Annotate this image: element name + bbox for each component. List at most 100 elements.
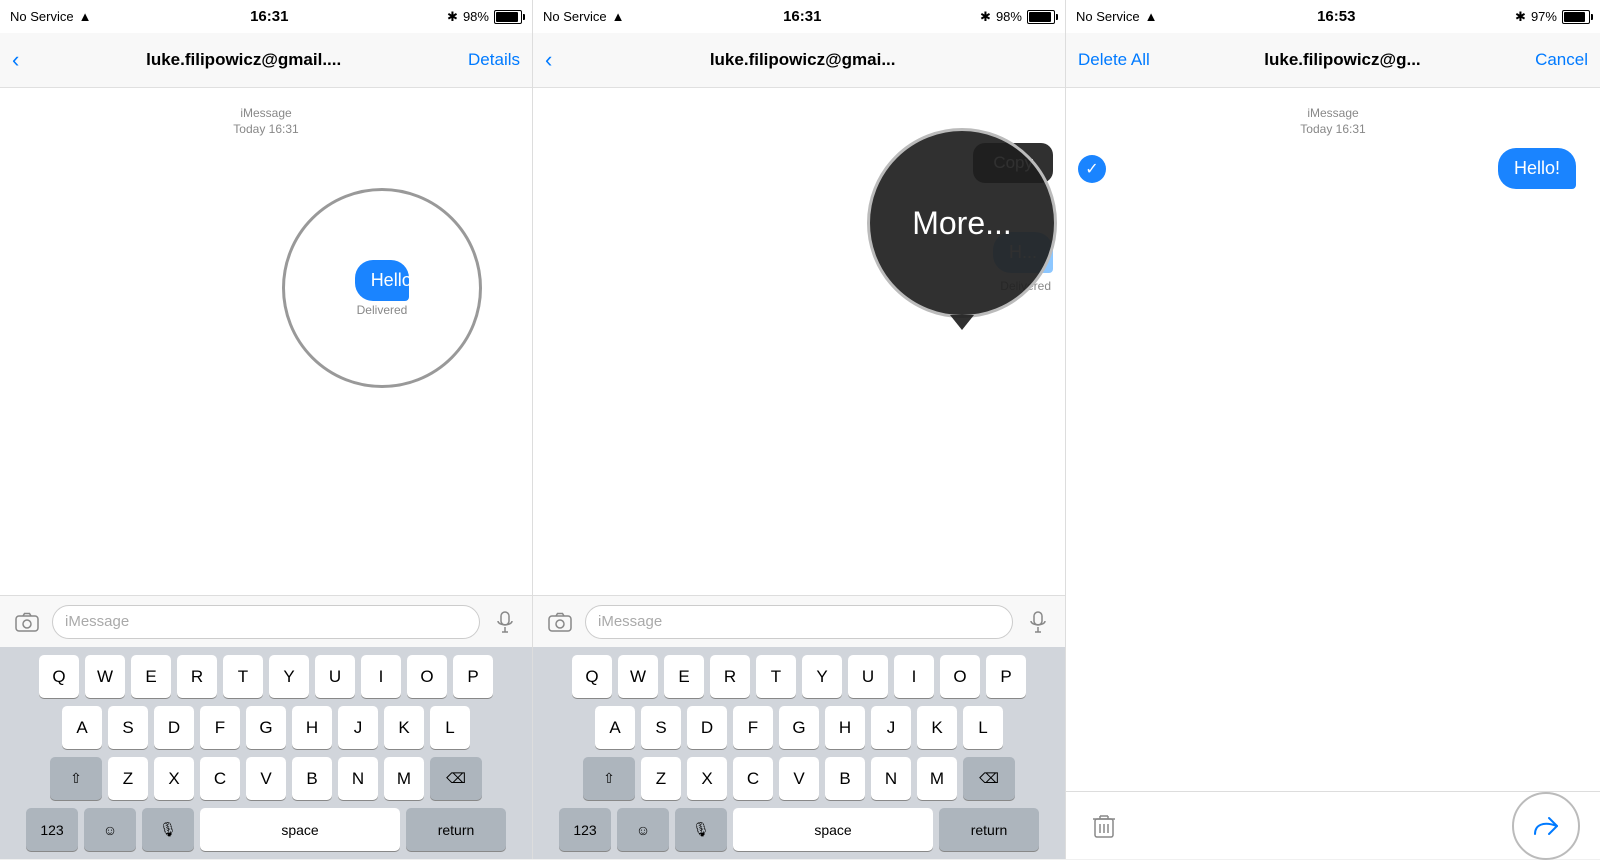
key-v-1[interactable]: V [246,757,286,800]
battery-bar-1 [494,10,522,24]
mic-button-2[interactable] [1021,605,1055,639]
key-f-1[interactable]: F [200,706,240,749]
no-service-label-2: No Service [543,9,607,24]
key-m-2[interactable]: M [917,757,957,800]
key-r-2[interactable]: R [710,655,750,698]
back-button-1[interactable]: ‹ [12,49,19,71]
key-y-1[interactable]: Y [269,655,309,698]
message-text-1: Hello! [371,270,417,290]
key-return-2[interactable]: return [939,808,1039,851]
more-circle[interactable]: More... [867,128,1057,318]
back-chevron-icon-2: ‹ [545,49,552,71]
message-text-3: Hello! [1514,158,1560,178]
key-g-2[interactable]: G [779,706,819,749]
key-b-1[interactable]: B [292,757,332,800]
key-123-2[interactable]: 123 [559,808,611,851]
key-shift-1[interactable]: ⇧ [50,757,102,800]
key-a-1[interactable]: A [62,706,102,749]
message-input-1[interactable]: iMessage [52,605,480,639]
key-space-2[interactable]: space [733,808,933,851]
key-j-2[interactable]: J [871,706,911,749]
cancel-button[interactable]: Cancel [1535,50,1588,70]
key-delete-2[interactable]: ⌫ [963,757,1015,800]
key-m-1[interactable]: M [384,757,424,800]
key-o-2[interactable]: O [940,655,980,698]
key-mic-1[interactable]: 🎙 [142,808,194,851]
camera-button-1[interactable] [10,605,44,639]
key-123-1[interactable]: 123 [26,808,78,851]
key-x-1[interactable]: X [154,757,194,800]
input-placeholder-1: iMessage [65,613,129,630]
key-j-1[interactable]: J [338,706,378,749]
key-h-1[interactable]: H [292,706,332,749]
key-g-1[interactable]: G [246,706,286,749]
key-l-1[interactable]: L [430,706,470,749]
key-c-1[interactable]: C [200,757,240,800]
key-d-1[interactable]: D [154,706,194,749]
key-i-2[interactable]: I [894,655,934,698]
key-p-2[interactable]: P [986,655,1026,698]
key-return-1[interactable]: return [406,808,506,851]
check-circle-3[interactable]: ✓ [1078,155,1106,183]
forward-button[interactable] [1512,792,1580,860]
key-s-2[interactable]: S [641,706,681,749]
messages-area-2: iMes Today Copy More... H... Delivered [533,88,1065,595]
key-r-1[interactable]: R [177,655,217,698]
key-u-2[interactable]: U [848,655,888,698]
key-y-2[interactable]: Y [802,655,842,698]
key-t-2[interactable]: T [756,655,796,698]
key-q-2[interactable]: Q [572,655,612,698]
key-k-2[interactable]: K [917,706,957,749]
message-input-2[interactable]: iMessage [585,605,1013,639]
key-h-2[interactable]: H [825,706,865,749]
key-delete-1[interactable]: ⌫ [430,757,482,800]
message-bubble-1[interactable]: Hello! [355,260,410,301]
key-b-2[interactable]: B [825,757,865,800]
key-shift-2[interactable]: ⇧ [583,757,635,800]
key-d-2[interactable]: D [687,706,727,749]
key-emoji-2[interactable]: ☺ [617,808,669,851]
delivered-text-1: Delivered [357,303,408,317]
key-a-2[interactable]: A [595,706,635,749]
key-o-1[interactable]: O [407,655,447,698]
key-z-2[interactable]: Z [641,757,681,800]
key-v-2[interactable]: V [779,757,819,800]
key-s-1[interactable]: S [108,706,148,749]
key-c-2[interactable]: C [733,757,773,800]
key-emoji-1[interactable]: ☺ [84,808,136,851]
key-f-2[interactable]: F [733,706,773,749]
nav-title-2: luke.filipowicz@gmai... [552,50,1053,70]
key-x-2[interactable]: X [687,757,727,800]
key-i-1[interactable]: I [361,655,401,698]
key-n-1[interactable]: N [338,757,378,800]
status-right-1: ✱ 98% [447,9,522,25]
mic-button-1[interactable] [488,605,522,639]
input-placeholder-2: iMessage [598,613,662,630]
delete-all-button[interactable]: Delete All [1078,50,1150,70]
key-w-2[interactable]: W [618,655,658,698]
wifi-icon-3: ▲ [1145,9,1158,24]
key-l-2[interactable]: L [963,706,1003,749]
nav-bar-3: Delete All luke.filipowicz@g... Cancel [1066,33,1600,88]
more-circle-text: More... [912,205,1012,242]
key-e-2[interactable]: E [664,655,704,698]
key-n-2[interactable]: N [871,757,911,800]
messages-area-1: iMessage Today 16:31 Hello! Delivered [0,88,532,595]
key-row-q-2: Q W E R T Y U I O P [537,655,1061,698]
details-button-1[interactable]: Details [468,50,520,70]
key-z-1[interactable]: Z [108,757,148,800]
key-e-1[interactable]: E [131,655,171,698]
key-w-1[interactable]: W [85,655,125,698]
key-space-1[interactable]: space [200,808,400,851]
key-mic-2[interactable]: 🎙 [675,808,727,851]
trash-button[interactable] [1086,808,1122,844]
key-t-1[interactable]: T [223,655,263,698]
camera-button-2[interactable] [543,605,577,639]
key-u-1[interactable]: U [315,655,355,698]
key-p-1[interactable]: P [453,655,493,698]
message-bubble-3[interactable]: Hello! [1498,148,1576,189]
back-button-2[interactable]: ‹ [545,49,552,71]
key-k-1[interactable]: K [384,706,424,749]
battery-pct-1: 98% [463,9,489,24]
key-q-1[interactable]: Q [39,655,79,698]
